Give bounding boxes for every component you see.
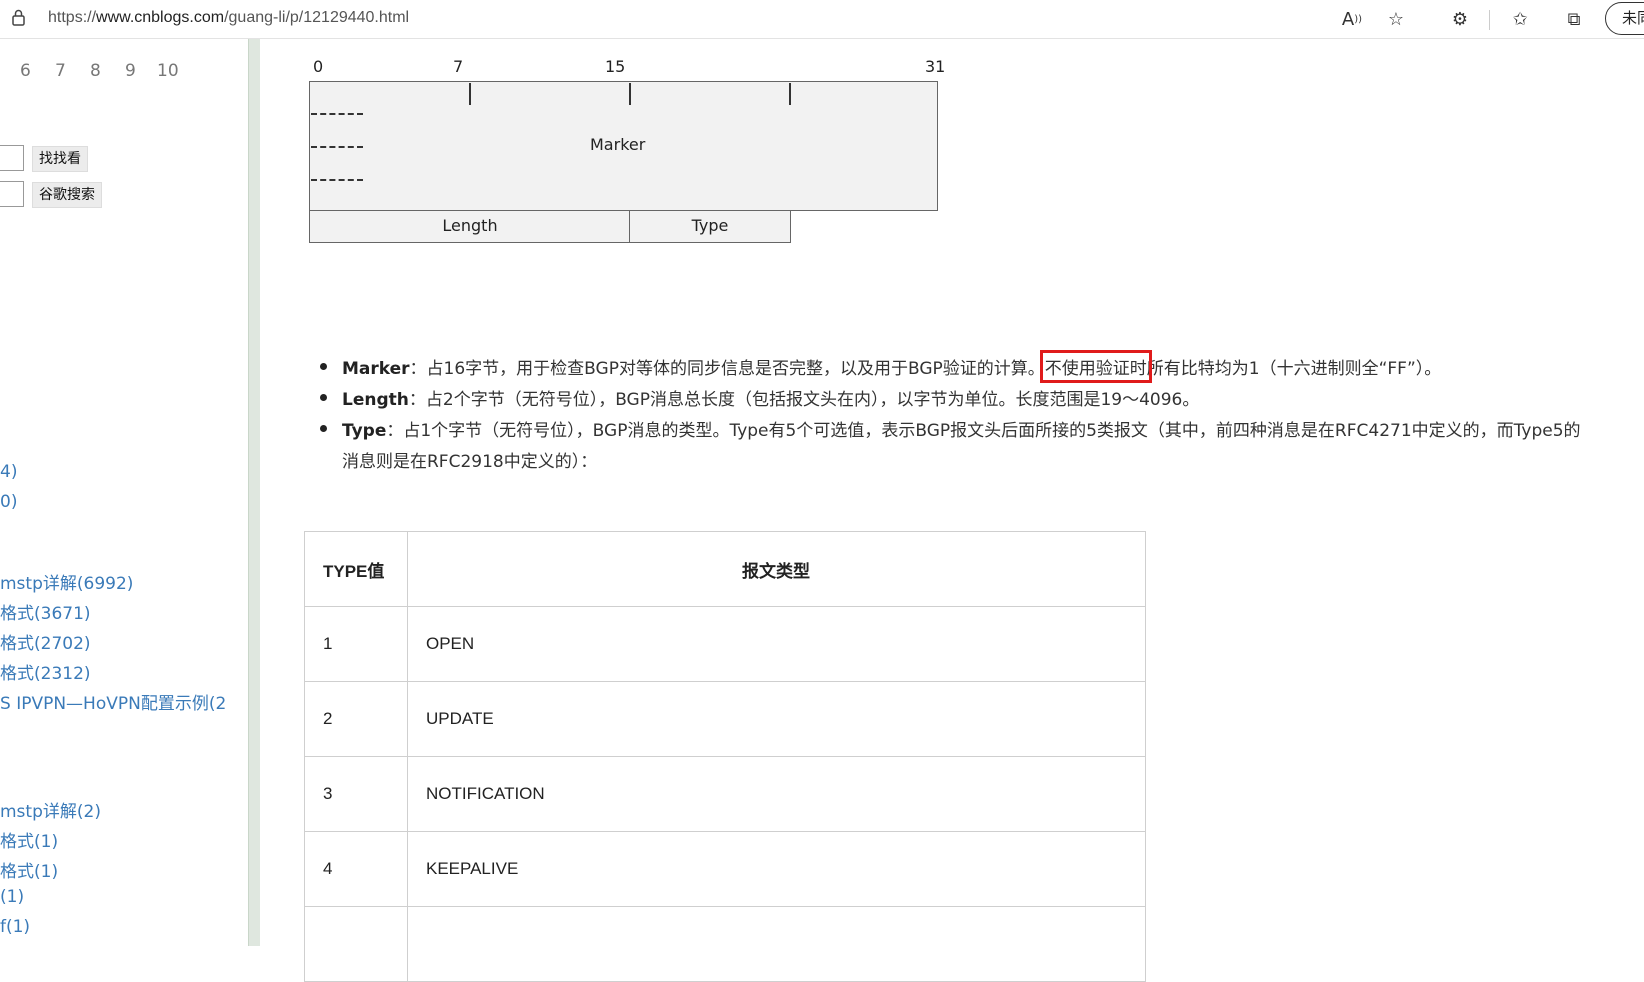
calendar-day[interactable]: 10	[157, 61, 179, 81]
sidebar-link[interactable]: 0)	[0, 492, 17, 512]
table-cell: KEEPALIVE	[407, 831, 1146, 907]
sidebar-link[interactable]: (1)	[0, 887, 24, 907]
lock-icon[interactable]	[12, 9, 25, 26]
table-cell: 3	[304, 756, 408, 832]
browser-address-bar: https://www.cnblogs.com/guang-li/p/12129…	[0, 0, 1644, 39]
red-highlight-box	[1039, 350, 1152, 383]
table-cell: 4	[304, 831, 408, 907]
table-row: 4 KEEPALIVE	[304, 831, 1146, 907]
favorites-icon[interactable]: ✩	[1507, 6, 1533, 32]
url-scheme: https://	[48, 9, 97, 26]
type-field: Type	[629, 210, 791, 243]
add-favorite-icon[interactable]: ☆	[1383, 6, 1409, 32]
bit-tick	[789, 83, 791, 105]
column-header: TYPE值	[304, 531, 408, 607]
bullet-dot	[320, 425, 327, 432]
sidebar-link[interactable]: 格式(1)	[0, 857, 58, 882]
table-cell: 2	[304, 681, 408, 757]
column-header: 报文类型	[407, 531, 1146, 607]
sidebar-divider	[248, 39, 260, 946]
bullet-dot	[320, 394, 327, 401]
collections-icon[interactable]: ⧉	[1561, 6, 1587, 32]
sidebar-link[interactable]: mstp详解(6992)	[0, 569, 133, 594]
read-aloud-icon[interactable]: A))	[1339, 6, 1365, 32]
table-cell: OPEN	[407, 606, 1146, 682]
sidebar-link[interactable]: 格式(2702)	[0, 629, 91, 654]
bit-label: 7	[453, 57, 464, 76]
list-item-text: Marker：占16字节，用于检查BGP对等体的同步信息是否完整，以及用于BGP…	[342, 350, 1442, 383]
url-field[interactable]: https://www.cnblogs.com/guang-li/p/12129…	[48, 9, 409, 27]
calendar-day[interactable]: 9	[125, 61, 136, 81]
bgp-type-table: TYPE值 报文类型 1 OPEN 2 UPDATE 3 NOTIFICATIO…	[304, 531, 1146, 982]
sidebar-link[interactable]: 4)	[0, 462, 17, 482]
sidebar-link[interactable]: S IPVPN—HoVPN配置示例(2	[0, 689, 226, 714]
term-label: Type	[342, 421, 387, 441]
marker-label: Marker	[590, 135, 646, 154]
google-search-input[interactable]	[0, 181, 24, 207]
bit-label: 0	[313, 57, 324, 76]
toolbar-divider	[1489, 10, 1490, 30]
profile-button[interactable]: 未同	[1605, 2, 1644, 35]
google-search-button[interactable]: 谷歌搜索	[32, 182, 102, 208]
bit-tick	[469, 83, 471, 105]
url-host: www.cnblogs.com	[96, 9, 225, 26]
highlighted-text: 不使用验证时	[1039, 350, 1152, 383]
calendar-day[interactable]: 8	[90, 61, 101, 81]
table-row: 3 NOTIFICATION	[304, 756, 1146, 832]
sidebar-link[interactable]: 格式(2312)	[0, 659, 91, 684]
list-item-text: Type：占1个字节（无符号位），BGP消息的类型。Type有5个可选值，表示B…	[342, 416, 1581, 441]
bit-tick	[629, 83, 631, 105]
extensions-icon[interactable]: ⚙	[1447, 6, 1473, 32]
calendar-day[interactable]: 6	[20, 61, 31, 81]
table-row: 1 OPEN	[304, 606, 1146, 682]
table-cell: UPDATE	[407, 681, 1146, 757]
bit-label: 31	[925, 57, 946, 76]
continuation-dash	[311, 179, 363, 181]
description-text: ：占2个字节（无符号位），BGP消息总长度（包括报文头在内），以字节为单位。长度…	[408, 390, 1200, 410]
url-path: /guang-li/p/12129440.html	[224, 9, 410, 26]
term-label: Marker	[342, 359, 410, 379]
calendar-day[interactable]: 7	[55, 61, 66, 81]
table-cell	[407, 906, 1146, 982]
site-search-button[interactable]: 找找看	[32, 146, 88, 172]
sidebar-link[interactable]: mstp详解(2)	[0, 797, 101, 822]
table-cell	[304, 906, 408, 982]
term-label: Length	[342, 390, 409, 410]
continuation-dash	[311, 113, 363, 115]
list-item-text: Length：占2个字节（无符号位），BGP消息总长度（包括报文头在内），以字节…	[342, 385, 1199, 410]
bit-label: 15	[605, 57, 626, 76]
description-text: ：占16字节，用于检查BGP对等体的同步信息是否完整，以及用于BGP验证的计算。	[409, 359, 1045, 379]
blog-sidebar: 29 30 1 2 3 6 7 8 9 10 找找看 谷歌搜索 4) 0) ms…	[0, 39, 248, 946]
site-search-input[interactable]	[0, 145, 24, 171]
table-cell: 1	[304, 606, 408, 682]
sidebar-link[interactable]: f(1)	[0, 917, 30, 937]
description-text: 所有比特均为1（十六进制则全“FF”）。	[1146, 359, 1442, 379]
sidebar-link[interactable]: 格式(1)	[0, 827, 58, 852]
description-text: ：占1个字节（无符号位），BGP消息的类型。Type有5个可选值，表示BGP报文…	[386, 421, 1581, 441]
sidebar-link[interactable]: 格式(3671)	[0, 599, 91, 624]
bullet-dot	[320, 363, 327, 370]
length-field: Length	[309, 210, 631, 243]
table-cell: NOTIFICATION	[407, 756, 1146, 832]
table-header-row: TYPE值 报文类型	[304, 531, 1146, 607]
table-row	[304, 906, 1146, 982]
table-row: 2 UPDATE	[304, 681, 1146, 757]
continuation-dash	[311, 146, 363, 148]
description-text: 消息则是在RFC2918中定义的）：	[342, 452, 598, 472]
